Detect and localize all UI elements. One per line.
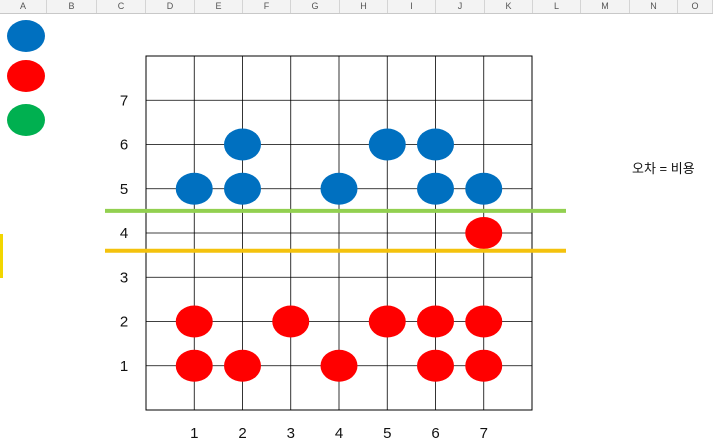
data-point[interactable] xyxy=(465,349,503,382)
x-tick-label: 1 xyxy=(190,425,198,442)
scatter-chart[interactable]: 1 2 3 4 5 6 7 1 2 3 4 5 6 7 xyxy=(0,0,713,447)
data-point[interactable] xyxy=(175,305,213,338)
data-point[interactable] xyxy=(465,305,503,338)
data-point[interactable] xyxy=(224,349,261,382)
y-tick-label: 3 xyxy=(120,269,128,286)
y-tick-label: 2 xyxy=(120,314,128,331)
y-tick-label: 7 xyxy=(120,92,128,109)
data-point[interactable] xyxy=(320,349,358,382)
data-point[interactable] xyxy=(465,172,503,205)
y-tick-label: 1 xyxy=(120,358,128,375)
data-point[interactable] xyxy=(224,172,261,205)
x-tick-label: 2 xyxy=(238,425,246,442)
data-point[interactable] xyxy=(417,349,454,382)
data-point[interactable] xyxy=(417,305,454,338)
x-tick-label: 6 xyxy=(431,425,439,442)
x-tick-label: 3 xyxy=(287,425,295,442)
data-point[interactable] xyxy=(175,349,213,382)
data-point[interactable] xyxy=(272,305,310,338)
data-point[interactable] xyxy=(320,172,358,205)
data-point[interactable] xyxy=(368,305,406,338)
x-tick-label: 7 xyxy=(480,425,488,442)
y-tick-label: 5 xyxy=(120,181,128,198)
data-point[interactable] xyxy=(368,128,406,161)
data-point[interactable] xyxy=(417,172,454,205)
x-tick-label: 5 xyxy=(383,425,391,442)
data-point[interactable] xyxy=(175,172,213,205)
y-tick-label: 4 xyxy=(120,225,128,242)
x-tick-label: 4 xyxy=(335,425,343,442)
y-tick-label: 6 xyxy=(120,137,128,154)
data-point[interactable] xyxy=(465,217,503,249)
data-point[interactable] xyxy=(224,128,261,161)
data-point[interactable] xyxy=(417,128,454,161)
